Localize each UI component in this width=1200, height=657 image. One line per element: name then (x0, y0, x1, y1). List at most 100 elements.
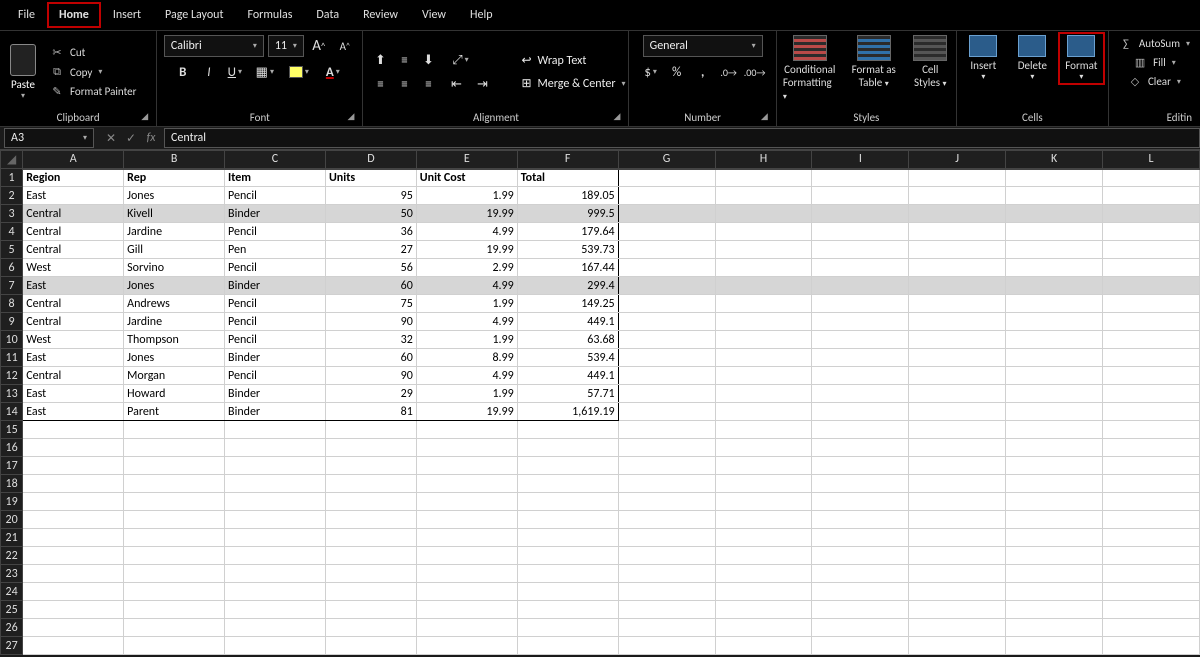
menu-page-layout[interactable]: Page Layout (153, 2, 235, 28)
cell-K1[interactable] (1006, 169, 1103, 187)
cell-B10[interactable]: Thompson (124, 331, 225, 349)
cell-H7[interactable] (715, 277, 812, 295)
cell-H23[interactable] (715, 565, 812, 583)
col-header-F[interactable]: F (517, 151, 618, 169)
cell-L16[interactable] (1103, 439, 1200, 457)
cell-F23[interactable] (517, 565, 618, 583)
cell-F12[interactable]: 449.1 (517, 367, 618, 385)
cell-D15[interactable] (325, 421, 416, 439)
row-header-13[interactable]: 13 (1, 385, 23, 403)
cell-D20[interactable] (325, 511, 416, 529)
cell-E27[interactable] (416, 637, 517, 655)
cell-E20[interactable] (416, 511, 517, 529)
cell-L23[interactable] (1103, 565, 1200, 583)
cell-E23[interactable] (416, 565, 517, 583)
clipboard-dialog-launcher[interactable]: ◢ (141, 111, 148, 122)
cell-H1[interactable] (715, 169, 812, 187)
cell-A1[interactable]: Region (23, 169, 124, 187)
cell-J26[interactable] (909, 619, 1006, 637)
row-header-4[interactable]: 4 (1, 223, 23, 241)
cell-C19[interactable] (225, 493, 326, 511)
cell-I10[interactable] (812, 331, 909, 349)
cell-K20[interactable] (1006, 511, 1103, 529)
cell-C25[interactable] (225, 601, 326, 619)
cell-D3[interactable]: 50 (325, 205, 416, 223)
cell-B22[interactable] (124, 547, 225, 565)
cell-H18[interactable] (715, 475, 812, 493)
cell-K21[interactable] (1006, 529, 1103, 547)
row-header-8[interactable]: 8 (1, 295, 23, 313)
cell-H20[interactable] (715, 511, 812, 529)
col-header-I[interactable]: I (812, 151, 909, 169)
cell-C24[interactable] (225, 583, 326, 601)
increase-decimal-button[interactable]: .0→ (718, 61, 740, 83)
cell-D2[interactable]: 95 (325, 187, 416, 205)
cell-E3[interactable]: 19.99 (416, 205, 517, 223)
cell-F3[interactable]: 999.5 (517, 205, 618, 223)
cut-button[interactable]: ✂ Cut (46, 44, 140, 61)
cell-J10[interactable] (909, 331, 1006, 349)
cell-D16[interactable] (325, 439, 416, 457)
align-middle-button[interactable]: ≡ (393, 49, 415, 71)
col-header-A[interactable]: A (23, 151, 124, 169)
cell-G27[interactable] (618, 637, 715, 655)
cell-H4[interactable] (715, 223, 812, 241)
cell-A22[interactable] (23, 547, 124, 565)
cell-J9[interactable] (909, 313, 1006, 331)
cell-H13[interactable] (715, 385, 812, 403)
bold-button[interactable]: B (172, 61, 194, 83)
cell-J5[interactable] (909, 241, 1006, 259)
cell-K23[interactable] (1006, 565, 1103, 583)
cell-I9[interactable] (812, 313, 909, 331)
cell-L22[interactable] (1103, 547, 1200, 565)
cell-E2[interactable]: 1.99 (416, 187, 517, 205)
cell-K16[interactable] (1006, 439, 1103, 457)
cell-I14[interactable] (812, 403, 909, 421)
cell-C8[interactable]: Pencil (225, 295, 326, 313)
cancel-formula-button[interactable]: ✕ (102, 131, 120, 146)
cell-B7[interactable]: Jones (124, 277, 225, 295)
cell-J14[interactable] (909, 403, 1006, 421)
cell-B2[interactable]: Jones (124, 187, 225, 205)
paste-button[interactable]: Paste ▾ (6, 42, 40, 103)
cell-L26[interactable] (1103, 619, 1200, 637)
align-right-button[interactable]: ≡ (417, 73, 439, 95)
cell-K19[interactable] (1006, 493, 1103, 511)
cell-K8[interactable] (1006, 295, 1103, 313)
cell-E16[interactable] (416, 439, 517, 457)
row-header-18[interactable]: 18 (1, 475, 23, 493)
cell-L18[interactable] (1103, 475, 1200, 493)
cell-F8[interactable]: 149.25 (517, 295, 618, 313)
cell-J17[interactable] (909, 457, 1006, 475)
cell-J21[interactable] (909, 529, 1006, 547)
cell-C12[interactable]: Pencil (225, 367, 326, 385)
row-header-6[interactable]: 6 (1, 259, 23, 277)
cell-J22[interactable] (909, 547, 1006, 565)
row-header-26[interactable]: 26 (1, 619, 23, 637)
increase-indent-button[interactable]: ⇥ (471, 73, 493, 95)
cell-G24[interactable] (618, 583, 715, 601)
cell-D8[interactable]: 75 (325, 295, 416, 313)
cell-J16[interactable] (909, 439, 1006, 457)
cell-G17[interactable] (618, 457, 715, 475)
cell-F22[interactable] (517, 547, 618, 565)
cell-K9[interactable] (1006, 313, 1103, 331)
cell-F5[interactable]: 539.73 (517, 241, 618, 259)
cell-D9[interactable]: 90 (325, 313, 416, 331)
cell-L5[interactable] (1103, 241, 1200, 259)
col-header-C[interactable]: C (225, 151, 326, 169)
menu-data[interactable]: Data (304, 2, 351, 28)
cell-C23[interactable] (225, 565, 326, 583)
cell-C1[interactable]: Item (225, 169, 326, 187)
cell-A23[interactable] (23, 565, 124, 583)
cell-L4[interactable] (1103, 223, 1200, 241)
cell-D22[interactable] (325, 547, 416, 565)
cell-A16[interactable] (23, 439, 124, 457)
cell-C15[interactable] (225, 421, 326, 439)
cell-I26[interactable] (812, 619, 909, 637)
cell-J23[interactable] (909, 565, 1006, 583)
cell-H12[interactable] (715, 367, 812, 385)
cell-A3[interactable]: Central (23, 205, 124, 223)
cell-I19[interactable] (812, 493, 909, 511)
fill-button[interactable]: ▥ Fill ▾ (1129, 54, 1180, 71)
